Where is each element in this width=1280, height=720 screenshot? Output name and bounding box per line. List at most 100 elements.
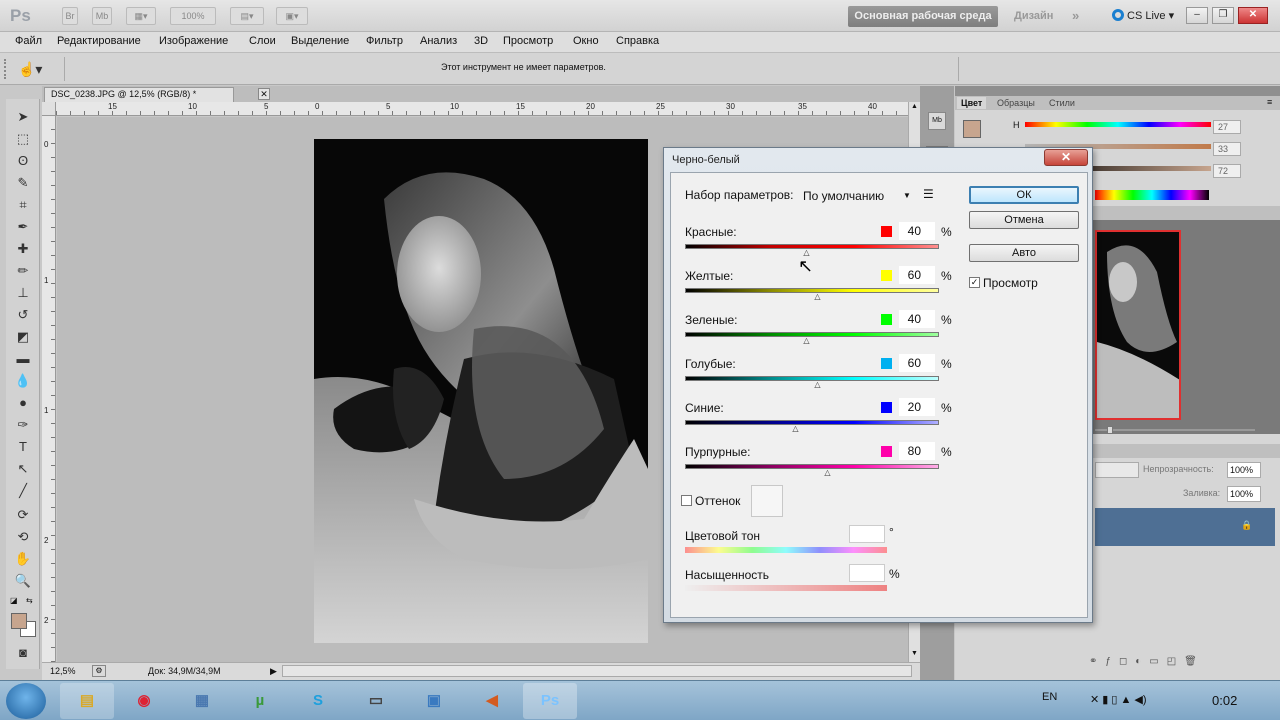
zoom-tool-icon[interactable]: 🔍 bbox=[14, 573, 32, 589]
screen-mode-icon[interactable]: ▣▾ bbox=[276, 7, 308, 25]
crop-tool-icon[interactable]: ⌗ bbox=[14, 197, 32, 213]
options-bar-grip[interactable] bbox=[4, 59, 8, 79]
channel-slider-track[interactable] bbox=[685, 464, 939, 469]
opacity-input[interactable]: 100% bbox=[1227, 462, 1261, 478]
preview-checkbox[interactable]: ✓ bbox=[969, 277, 980, 288]
channel-value-input[interactable]: 40 bbox=[899, 222, 935, 240]
saturation-input[interactable] bbox=[849, 564, 885, 582]
start-button[interactable] bbox=[6, 683, 46, 719]
menu-layers[interactable]: Слои bbox=[249, 35, 276, 47]
channel-value-input[interactable]: 20 bbox=[899, 398, 935, 416]
eraser-tool-icon[interactable]: ◩ bbox=[14, 329, 32, 345]
channel-slider-thumb[interactable]: △ bbox=[823, 469, 832, 477]
scroll-down-icon[interactable]: ▼ bbox=[910, 650, 919, 660]
tab-swatches[interactable]: Образцы bbox=[993, 97, 1039, 109]
channel-slider-track[interactable] bbox=[685, 244, 939, 249]
cancel-button[interactable]: Отмена bbox=[969, 211, 1079, 229]
quick-selection-tool-icon[interactable]: ✎ bbox=[14, 175, 32, 191]
language-indicator[interactable]: EN bbox=[1042, 691, 1057, 703]
brush-tool-icon[interactable]: ✏ bbox=[14, 263, 32, 279]
status-menu-arrow-icon[interactable]: ▶ bbox=[270, 666, 277, 677]
chrome-taskbar-icon[interactable]: ◉ bbox=[117, 683, 171, 719]
blur-tool-icon[interactable]: 💧 bbox=[14, 373, 32, 389]
slider-b-value[interactable]: 72 bbox=[1213, 164, 1241, 178]
tray-icons[interactable]: ✕ ▮ ▯ ▲ ◀) bbox=[1090, 693, 1147, 706]
color-ramp[interactable] bbox=[1095, 190, 1209, 200]
document-tab[interactable]: DSC_0238.JPG @ 12,5% (RGB/8) * bbox=[44, 87, 234, 102]
calculator-taskbar-icon[interactable]: ▦ bbox=[175, 683, 229, 719]
utorrent-taskbar-icon[interactable]: µ bbox=[233, 683, 287, 719]
channel-slider-track[interactable] bbox=[685, 376, 939, 381]
history-brush-tool-icon[interactable]: ↺ bbox=[14, 307, 32, 323]
status-zoom-value[interactable]: 12,5% bbox=[50, 666, 76, 676]
workspace-design-button[interactable]: Дизайн bbox=[1014, 10, 1053, 22]
mini-bridge-icon[interactable]: Mb bbox=[92, 7, 112, 25]
saturation-slider-track[interactable] bbox=[685, 585, 887, 591]
minimize-button[interactable]: – bbox=[1186, 7, 1208, 24]
arrange-documents-icon[interactable]: ▤▾ bbox=[230, 7, 264, 25]
slider-h-value[interactable]: 27 bbox=[1213, 120, 1241, 134]
default-colors-icon[interactable]: ◪ bbox=[10, 596, 20, 606]
horizontal-ruler[interactable]: 15 10 5 0 5 10 15 20 25 30 35 40 bbox=[56, 102, 908, 116]
swap-colors-icon[interactable]: ⇆ bbox=[26, 596, 36, 606]
eyedropper-tool-icon[interactable]: ✒ bbox=[14, 219, 32, 235]
channel-slider-track[interactable] bbox=[685, 332, 939, 337]
more-workspaces-icon[interactable]: » bbox=[1072, 8, 1079, 23]
menu-image[interactable]: Изображение bbox=[159, 35, 228, 47]
foreground-color-swatch[interactable] bbox=[11, 613, 27, 629]
channel-value-input[interactable]: 60 bbox=[899, 354, 935, 372]
sound-taskbar-icon[interactable]: ◀ bbox=[465, 683, 519, 719]
dialog-close-button[interactable]: ✕ bbox=[1044, 149, 1088, 166]
mini-bridge-panel-icon[interactable]: Mb bbox=[928, 112, 946, 130]
tint-checkbox[interactable] bbox=[681, 495, 692, 506]
pen-tool-icon[interactable]: ✑ bbox=[14, 417, 32, 433]
dodge-tool-icon[interactable]: ● bbox=[14, 395, 32, 411]
cs-live-button[interactable]: CS Live ▾ bbox=[1112, 9, 1174, 22]
hue-input[interactable] bbox=[849, 525, 885, 543]
healing-brush-tool-icon[interactable]: ✚ bbox=[14, 241, 32, 257]
zoom-thumb[interactable] bbox=[1107, 426, 1113, 434]
menu-view[interactable]: Просмотр bbox=[503, 35, 553, 47]
menu-select[interactable]: Выделение bbox=[291, 35, 349, 47]
channel-value-input[interactable]: 40 bbox=[899, 310, 935, 328]
hand-tool-icon[interactable]: ✋ bbox=[14, 551, 32, 567]
preset-select[interactable]: По умолчанию ▼ bbox=[801, 186, 917, 206]
close-button[interactable]: ✕ bbox=[1238, 7, 1268, 24]
line-tool-icon[interactable]: ╱ bbox=[14, 483, 32, 499]
zoom-level-select[interactable]: 100% bbox=[170, 7, 216, 25]
slider-h-track[interactable] bbox=[1025, 122, 1211, 127]
document-image[interactable] bbox=[314, 139, 648, 643]
navigator-preview[interactable] bbox=[1095, 230, 1181, 420]
auto-button[interactable]: Авто bbox=[969, 244, 1079, 262]
layer-row-background[interactable]: 🔒 bbox=[1095, 508, 1275, 546]
restore-button[interactable]: ❐ bbox=[1212, 7, 1234, 24]
tab-color[interactable]: Цвет bbox=[957, 97, 987, 109]
blend-mode-select[interactable] bbox=[1095, 462, 1139, 478]
counter-taskbar-icon[interactable]: ▭ bbox=[349, 683, 403, 719]
clone-stamp-tool-icon[interactable]: ⊥ bbox=[14, 285, 32, 301]
clock[interactable]: 0:02 bbox=[1212, 693, 1237, 708]
menu-analysis[interactable]: Анализ bbox=[420, 35, 457, 47]
control-panel-taskbar-icon[interactable]: ▣ bbox=[407, 683, 461, 719]
workspace-essentials-button[interactable]: Основная рабочая среда bbox=[848, 6, 998, 27]
channel-slider-track[interactable] bbox=[685, 420, 939, 425]
layers-panel-footer-icons[interactable]: ⚭ƒ◻◐▭◰🗑 bbox=[1089, 656, 1279, 672]
menu-edit[interactable]: Редактирование bbox=[57, 35, 141, 47]
channel-slider-thumb[interactable]: △ bbox=[813, 381, 822, 389]
menu-help[interactable]: Справка bbox=[616, 35, 659, 47]
channel-slider-thumb[interactable]: △ bbox=[791, 425, 800, 433]
menu-window[interactable]: Окно bbox=[573, 35, 599, 47]
channel-slider-thumb[interactable]: △ bbox=[802, 249, 811, 257]
tint-color-swatch[interactable] bbox=[751, 485, 783, 517]
3d-orbit-tool-icon[interactable]: ⟲ bbox=[14, 529, 32, 545]
hue-slider-track[interactable] bbox=[685, 547, 887, 553]
panel-menu-icon[interactable]: ≡ bbox=[1267, 97, 1272, 107]
scroll-up-icon[interactable]: ▲ bbox=[910, 103, 919, 113]
slider-s-value[interactable]: 33 bbox=[1213, 142, 1241, 156]
channel-slider-track[interactable] bbox=[685, 288, 939, 293]
fill-input[interactable]: 100% bbox=[1227, 486, 1261, 502]
channel-value-input[interactable]: 60 bbox=[899, 266, 935, 284]
path-selection-tool-icon[interactable]: ↖ bbox=[14, 461, 32, 477]
menu-filter[interactable]: Фильтр bbox=[366, 35, 403, 47]
channel-slider-thumb[interactable]: △ bbox=[813, 293, 822, 301]
